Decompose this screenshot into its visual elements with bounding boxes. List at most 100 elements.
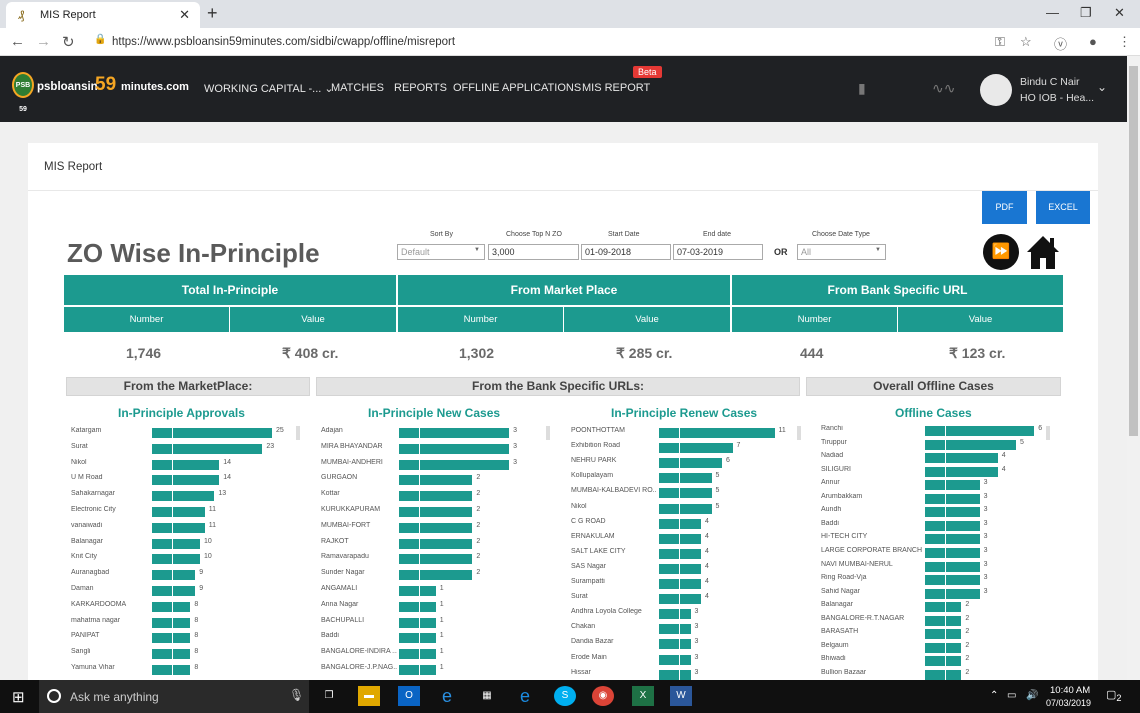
nav-working-capital[interactable]: WORKING CAPITAL -... ⌄ (204, 82, 334, 95)
bar[interactable] (152, 570, 196, 581)
bar[interactable] (925, 642, 962, 653)
bar[interactable] (659, 609, 691, 620)
bar[interactable] (659, 458, 722, 469)
bar[interactable] (925, 602, 962, 613)
logo-badge[interactable]: PSB 59 (12, 72, 34, 113)
bar[interactable] (659, 594, 701, 605)
calculator-icon[interactable]: ▦ (476, 686, 498, 706)
pdf-button[interactable]: PDF (982, 191, 1027, 224)
bar[interactable] (925, 561, 980, 572)
user-name[interactable]: Bindu C Nair (1020, 76, 1080, 88)
bar[interactable] (925, 575, 980, 586)
skype-icon[interactable]: S (554, 686, 576, 706)
outlook-icon[interactable]: O (398, 686, 420, 706)
bar[interactable] (659, 654, 691, 665)
bar[interactable] (152, 649, 191, 660)
browser-tab[interactable]: ₰ MIS Report ✕ (6, 2, 200, 28)
edge-icon[interactable]: e (514, 686, 536, 706)
bar[interactable] (925, 656, 962, 667)
logo-text-number[interactable]: 59 (95, 74, 116, 96)
bar[interactable] (152, 538, 200, 549)
tray-chevron-icon[interactable]: ⌃ (990, 690, 998, 701)
page-scrollbar-thumb[interactable] (1129, 66, 1138, 436)
page-scrollbar[interactable] (1127, 56, 1140, 680)
end-date-input[interactable]: 07-03-2019 (673, 244, 763, 260)
bar[interactable] (659, 579, 701, 589)
user-role[interactable]: HO IOB - Hea... (1020, 92, 1094, 104)
bar[interactable] (399, 459, 510, 470)
window-close-icon[interactable]: ✕ (1114, 5, 1125, 21)
internet-explorer-icon[interactable]: e (436, 686, 458, 706)
bar[interactable] (152, 428, 272, 438)
bar[interactable] (925, 493, 980, 504)
home-icon[interactable] (1026, 234, 1060, 270)
taskbar-search[interactable]: Ask me anything 🎙 (39, 680, 309, 713)
bar[interactable] (659, 428, 775, 438)
bar[interactable] (152, 586, 196, 596)
bar[interactable] (399, 522, 473, 533)
logo-text-suffix[interactable]: minutes.com (121, 81, 189, 93)
fast-forward-icon[interactable]: ⏩ (983, 234, 1019, 270)
reload-icon[interactable]: ↻ (62, 33, 75, 51)
bar[interactable] (925, 426, 1035, 436)
bar[interactable] (399, 475, 473, 486)
task-view-icon[interactable]: ❐ (318, 686, 340, 706)
bar[interactable] (399, 443, 510, 454)
word-app-icon[interactable]: W (670, 686, 692, 706)
trash-icon[interactable]: ▮ (858, 80, 866, 97)
bar[interactable] (925, 615, 962, 626)
bar[interactable] (925, 588, 980, 599)
bar[interactable] (925, 453, 998, 464)
bar[interactable] (659, 518, 701, 529)
minimize-icon[interactable]: — (1046, 5, 1059, 20)
bar[interactable] (399, 570, 473, 581)
restore-icon[interactable]: ❐ (1080, 5, 1092, 21)
excel-button[interactable]: EXCEL (1036, 191, 1090, 224)
start-date-input[interactable]: 01-09-2018 (581, 244, 671, 260)
avatar[interactable] (980, 74, 1012, 106)
logo-text-prefix[interactable]: psbloansin (37, 81, 98, 93)
bar[interactable] (659, 488, 712, 499)
panel-scrollbar[interactable] (546, 426, 550, 440)
bar[interactable] (925, 439, 1016, 450)
file-explorer-icon[interactable]: ▬ (358, 686, 380, 706)
nav-offline-applications[interactable]: OFFLINE APPLICATIONS (453, 82, 581, 94)
bar[interactable] (152, 491, 215, 502)
key-icon[interactable]: ⚿ (995, 34, 1005, 50)
close-tab-icon[interactable]: ✕ (179, 7, 190, 23)
chrome-icon[interactable]: ◉ (592, 686, 614, 706)
profile-icon[interactable]: ● (1089, 34, 1097, 49)
bar[interactable] (399, 507, 473, 517)
panel-scrollbar[interactable] (797, 426, 801, 440)
new-tab-icon[interactable]: + (207, 3, 218, 24)
bar[interactable] (152, 522, 205, 533)
sort-by-select[interactable]: Default ▼ (397, 244, 485, 260)
nav-mis-report[interactable]: MIS REPORT (582, 82, 650, 94)
bar[interactable] (152, 633, 191, 644)
bar[interactable] (659, 624, 691, 635)
bar[interactable] (399, 617, 436, 628)
bar[interactable] (152, 617, 191, 628)
bar[interactable] (925, 534, 980, 545)
bar[interactable] (925, 466, 998, 477)
bar[interactable] (399, 633, 436, 644)
bar[interactable] (925, 629, 962, 640)
bar[interactable] (659, 473, 712, 484)
extension-icon[interactable]: ⓥ (1054, 34, 1067, 53)
bar[interactable] (399, 586, 436, 596)
bar[interactable] (925, 669, 962, 680)
url-field[interactable]: 🔒 https://www.psbloansin59minutes.com/si… (88, 31, 1058, 53)
bar[interactable] (925, 507, 980, 518)
user-menu-chevron-icon[interactable]: ⌄ (1097, 80, 1107, 94)
bar[interactable] (399, 428, 510, 438)
bar[interactable] (399, 554, 473, 565)
bar[interactable] (659, 563, 701, 574)
bar[interactable] (399, 649, 436, 660)
bar[interactable] (659, 669, 691, 680)
bar[interactable] (399, 665, 436, 675)
bar[interactable] (152, 665, 191, 675)
bar[interactable] (152, 601, 191, 612)
back-icon[interactable]: ← (10, 33, 25, 50)
bar[interactable] (925, 480, 980, 491)
chrome-menu-icon[interactable]: ⋮ (1118, 34, 1131, 50)
